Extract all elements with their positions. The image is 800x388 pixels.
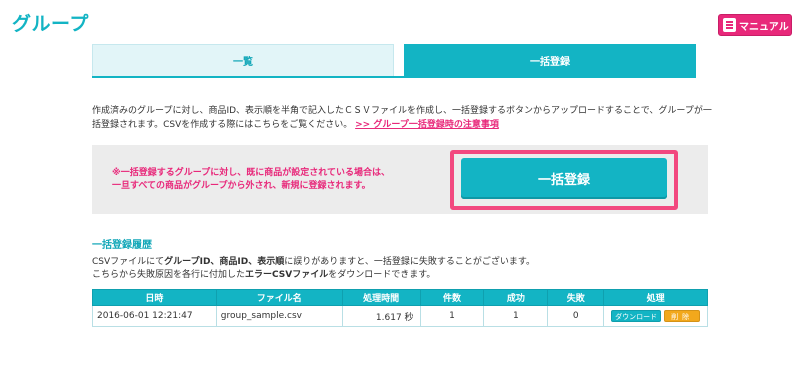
history-desc-line-1: CSVファイルにてグループID、商品ID、表示順に誤りがありますと、一括登録に失… [92, 256, 712, 269]
history-description: CSVファイルにてグループID、商品ID、表示順に誤りがありますと、一括登録に失… [92, 256, 712, 282]
col-header-time: 処理時間 [341, 289, 421, 306]
history-desc-part: に誤りがありますと、一括登録に失敗することがございます。 [284, 257, 536, 267]
col-header-date: 日時 [92, 289, 217, 306]
cell-success: 1 [483, 305, 549, 327]
cell-time: 1.617 秒 [341, 305, 421, 327]
history-desc-part: こちらから失敗原因を各行に付加した [92, 270, 246, 280]
cell-actions: ダウンロード 削除 [603, 305, 708, 327]
table-header-row: 日時 ファイル名 処理時間 件数 成功 失敗 処理 [92, 289, 708, 306]
cell-filename: group_sample.csv [215, 305, 343, 327]
cell-failure: 0 [547, 305, 605, 327]
tab-list[interactable]: 一覧 [92, 44, 394, 76]
tab-underline [92, 76, 696, 78]
upload-panel: ※一括登録するグループに対し、既に商品が設定されている場合は、 一旦すべての商品… [92, 145, 708, 214]
history-desc-bold: グループID、商品ID、表示順 [164, 257, 285, 267]
description: 作成済みのグループに対し、商品ID、表示順を半角で記入したＣＳＶファイルを作成し… [92, 104, 712, 132]
history-table: 日時 ファイル名 処理時間 件数 成功 失敗 処理 2016-06-01 12:… [92, 289, 708, 327]
history-desc-bold: エラーCSVファイル [245, 270, 329, 280]
table-row: 2016-06-01 12:21:47 group_sample.csv 1.6… [92, 305, 708, 327]
tab-bar: 一覧 一括登録 [92, 44, 696, 76]
history-desc-part: をダウンロードできます。 [328, 270, 436, 280]
page-title: グループ [12, 13, 89, 35]
col-header-count: 件数 [419, 289, 485, 306]
tab-bulk-register[interactable]: 一括登録 [404, 44, 696, 76]
download-button[interactable]: ダウンロード [611, 310, 662, 322]
delete-button[interactable]: 削除 [664, 310, 701, 322]
warning-line-2: 一旦すべての商品がグループから外され、新規に登録されます。 [112, 181, 371, 191]
bulk-register-button[interactable]: 一括登録 [461, 158, 667, 199]
history-desc-part: CSVファイルにて [92, 257, 165, 267]
manual-button[interactable]: マニュアル [718, 14, 792, 36]
col-header-filename: ファイル名 [215, 289, 343, 306]
manual-button-label: マニュアル [739, 21, 789, 33]
col-header-failure: 失敗 [547, 289, 605, 306]
col-header-actions: 処理 [603, 289, 708, 306]
book-icon [723, 18, 736, 32]
warning-line-1: ※一括登録するグループに対し、既に商品が設定されている場合は、 [112, 168, 390, 178]
notes-link[interactable]: >> グループ一括登録時の注意事項 [355, 120, 499, 130]
cell-date: 2016-06-01 12:21:47 [92, 305, 217, 327]
col-header-success: 成功 [483, 289, 549, 306]
history-desc-line-2: こちらから失敗原因を各行に付加したエラーCSVファイルをダウンロードできます。 [92, 269, 712, 282]
cell-count: 1 [419, 305, 485, 327]
warning-text: ※一括登録するグループに対し、既に商品が設定されている場合は、 一旦すべての商品… [112, 167, 432, 193]
history-title: 一括登録履歴 [92, 240, 152, 251]
